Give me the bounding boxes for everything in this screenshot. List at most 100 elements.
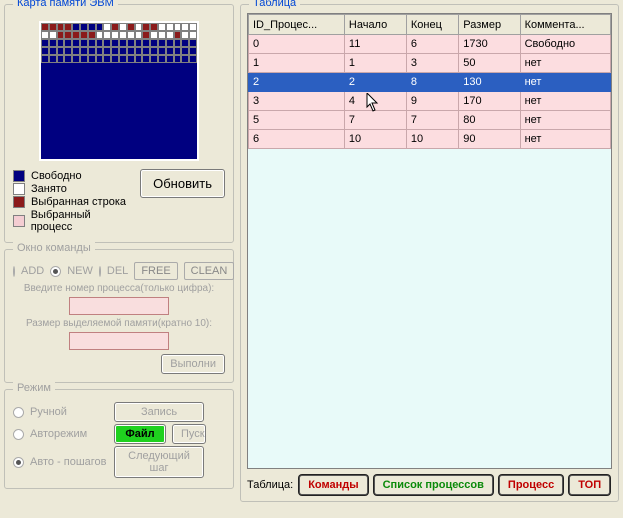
memmap-cell bbox=[119, 55, 127, 63]
memmap-cell bbox=[72, 47, 80, 55]
table-cell: 10 bbox=[406, 130, 458, 149]
data-table: ID_Процес...НачалоКонецРазмерКоммента...… bbox=[248, 14, 611, 149]
table-cell: 2 bbox=[344, 73, 406, 92]
table-row[interactable]: 11350нет bbox=[249, 54, 611, 73]
radio-auto[interactable] bbox=[13, 429, 24, 440]
memmap-cell bbox=[103, 47, 111, 55]
process-button[interactable]: Процесс bbox=[499, 475, 563, 495]
table-row[interactable]: 6101090нет bbox=[249, 130, 611, 149]
memmap-cell bbox=[111, 47, 119, 55]
memmap-cell bbox=[88, 23, 96, 31]
memmap-cell bbox=[127, 39, 135, 47]
table-scroll[interactable]: ID_Процес...НачалоКонецРазмерКоммента...… bbox=[247, 13, 612, 469]
memmap-cell bbox=[166, 55, 174, 63]
memmap-cell bbox=[88, 39, 96, 47]
radio-manual[interactable] bbox=[13, 407, 24, 418]
memmap-cell bbox=[135, 55, 143, 63]
table-row[interactable]: 228130нет bbox=[249, 73, 611, 92]
table-cell: 80 bbox=[459, 111, 520, 130]
memmap-cell bbox=[96, 31, 104, 39]
memmap-cell bbox=[142, 39, 150, 47]
radio-new[interactable] bbox=[50, 266, 61, 277]
memmap-cell bbox=[189, 31, 197, 39]
table-row[interactable]: 57780нет bbox=[249, 111, 611, 130]
memmap-cell bbox=[103, 23, 111, 31]
memmap-cell bbox=[96, 39, 104, 47]
table-row[interactable]: 349170нет bbox=[249, 92, 611, 111]
memmap-cell bbox=[111, 55, 119, 63]
memmap-cell bbox=[181, 23, 189, 31]
run-button[interactable]: Пуск bbox=[172, 424, 206, 444]
memmap-cell bbox=[96, 55, 104, 63]
radio-del[interactable] bbox=[99, 266, 101, 277]
clean-button[interactable]: CLEAN bbox=[184, 262, 235, 280]
table-cell: нет bbox=[520, 54, 610, 73]
execute-button[interactable]: Выполни bbox=[161, 354, 225, 374]
memmap-cell bbox=[49, 31, 57, 39]
memmap-cell bbox=[111, 23, 119, 31]
memmap-cell bbox=[150, 55, 158, 63]
table-title: Таблица bbox=[249, 0, 300, 9]
table-header[interactable]: ID_Процес... bbox=[249, 15, 345, 35]
table-cell: нет bbox=[520, 92, 610, 111]
memmap-cell bbox=[41, 39, 49, 47]
memmap-cell bbox=[158, 31, 166, 39]
table-cell: 1730 bbox=[459, 35, 520, 54]
memmap-cell bbox=[88, 47, 96, 55]
size-prompt: Размер выделяемой памяти(кратно 10): bbox=[13, 318, 225, 329]
memmap-cell bbox=[127, 23, 135, 31]
memmap-cell bbox=[41, 47, 49, 55]
memmap-cell bbox=[88, 55, 96, 63]
free-button[interactable]: FREE bbox=[134, 262, 177, 280]
memmap-cell bbox=[150, 47, 158, 55]
record-button[interactable]: Запись bbox=[114, 402, 204, 422]
refresh-button[interactable]: Обновить bbox=[140, 169, 225, 198]
memory-size-input[interactable] bbox=[69, 332, 169, 350]
table-cell: Свободно bbox=[520, 35, 610, 54]
memmap-cell bbox=[57, 55, 65, 63]
memmap-cell bbox=[127, 47, 135, 55]
table-cell: нет bbox=[520, 73, 610, 92]
memmap-cell bbox=[166, 23, 174, 31]
file-button[interactable]: Файл bbox=[114, 424, 166, 444]
memmap-cell bbox=[181, 47, 189, 55]
memmap-cell bbox=[64, 55, 72, 63]
memmap-cell bbox=[189, 55, 197, 63]
table-header[interactable]: Размер bbox=[459, 15, 520, 35]
command-window-title: Окно команды bbox=[13, 242, 95, 254]
command-window-panel: Окно команды ADD NEW DEL FREE CLEAN Введ… bbox=[4, 249, 234, 383]
table-cell: 2 bbox=[249, 73, 345, 92]
table-header[interactable]: Коммента... bbox=[520, 15, 610, 35]
radio-step[interactable] bbox=[13, 457, 24, 468]
commands-button[interactable]: Команды bbox=[299, 475, 367, 495]
memmap-cell bbox=[174, 55, 182, 63]
memmap-cell bbox=[142, 23, 150, 31]
radio-add[interactable] bbox=[13, 266, 15, 277]
memmap-cell bbox=[174, 31, 182, 39]
memmap-cell bbox=[135, 39, 143, 47]
memmap-cell bbox=[127, 31, 135, 39]
memmap-cell bbox=[57, 39, 65, 47]
memmap-cell bbox=[57, 23, 65, 31]
memmap-cell bbox=[64, 31, 72, 39]
memmap-cell bbox=[189, 23, 197, 31]
memmap-cell bbox=[158, 47, 166, 55]
memmap-cell bbox=[158, 55, 166, 63]
table-row[interactable]: 01161730Свободно bbox=[249, 35, 611, 54]
memmap-cell bbox=[57, 47, 65, 55]
process-number-input[interactable] bbox=[69, 297, 169, 315]
table-header[interactable]: Начало bbox=[344, 15, 406, 35]
table-cell: 1 bbox=[249, 54, 345, 73]
memmap-cell bbox=[181, 55, 189, 63]
memmap-cell bbox=[142, 47, 150, 55]
memmap-cell bbox=[135, 31, 143, 39]
memmap-cell bbox=[80, 47, 88, 55]
next-step-button[interactable]: Следующий шаг bbox=[114, 446, 204, 478]
top-button[interactable]: ТОП bbox=[569, 475, 610, 495]
table-cell: 5 bbox=[249, 111, 345, 130]
process-list-button[interactable]: Список процессов bbox=[374, 475, 493, 495]
table-header[interactable]: Конец bbox=[406, 15, 458, 35]
mode-panel: Режим Ручной Запись Авторежим Файл Пуск … bbox=[4, 389, 234, 489]
table-cell: 90 bbox=[459, 130, 520, 149]
table-cell: 3 bbox=[249, 92, 345, 111]
